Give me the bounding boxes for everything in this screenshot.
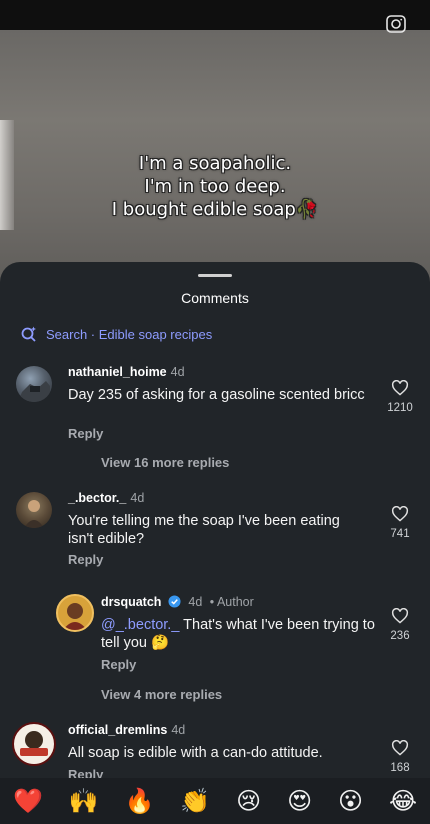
emoji-fire-button[interactable]: 🔥 <box>125 788 155 814</box>
search-suggestion-label: Search · Edible soap recipes <box>46 326 213 342</box>
like-button[interactable]: 1210 <box>380 380 420 414</box>
comment-time: 4d <box>188 595 203 609</box>
view-more-replies[interactable]: View 4 more replies <box>101 687 222 702</box>
comment-username[interactable]: _.bector._ 4d <box>68 491 144 505</box>
like-count: 741 <box>390 528 410 540</box>
search-sparkle-icon <box>21 326 36 342</box>
comment-text: All soap is edible with a can-do attitud… <box>68 745 323 761</box>
emoji-heart-eyes-button[interactable]: 😍 <box>287 788 312 814</box>
camera-icon[interactable] <box>384 12 408 36</box>
video-caption: I'm a soapaholic. I'm in too deep. I bou… <box>0 152 430 221</box>
emoji-clap-button[interactable]: 👏 <box>180 788 210 814</box>
emoji-laughing-button[interactable]: 😂 <box>389 788 417 814</box>
author-tag: • Author <box>209 595 254 609</box>
caption-line: I'm in too deep. <box>144 176 286 197</box>
like-count: 236 <box>390 630 410 642</box>
like-button[interactable]: 168 <box>380 740 420 774</box>
like-button[interactable]: 236 <box>380 608 420 642</box>
like-count: 168 <box>390 762 410 774</box>
video-background: I'm a soapaholic. I'm in too deep. I bou… <box>0 0 430 300</box>
emoji-heart-button[interactable]: ❤️ <box>13 788 43 814</box>
comment-text: Day 235 of asking for a gasoline scented… <box>68 387 365 403</box>
drag-handle[interactable] <box>198 274 232 277</box>
caption-line: I bought edible soap🥀 <box>111 199 319 220</box>
avatar[interactable] <box>56 594 94 632</box>
emoji-raised-hands-button[interactable]: 🙌 <box>69 788 99 814</box>
emoji-surprised-button[interactable]: 😮 <box>338 788 363 814</box>
heart-icon <box>391 380 409 396</box>
comment-time: 4d <box>130 491 145 505</box>
heart-icon <box>391 608 409 624</box>
comment-text: You're telling me the soap I've been eat… <box>68 513 340 547</box>
mention-link[interactable]: @_.bector._ <box>101 617 179 633</box>
view-more-replies[interactable]: View 16 more replies <box>101 455 229 470</box>
reply-button[interactable]: Reply <box>68 552 103 567</box>
heart-icon <box>391 506 409 522</box>
like-button[interactable]: 741 <box>380 506 420 540</box>
reply-button[interactable]: Reply <box>101 657 136 672</box>
emoji-crying-button[interactable]: 😢 <box>236 788 261 814</box>
comments-sheet: Comments Search · Edible soap recipes na… <box>0 262 430 824</box>
verified-badge-icon <box>168 595 181 608</box>
comment-time: 4d <box>170 365 185 379</box>
avatar[interactable] <box>16 492 52 528</box>
comment-username[interactable]: nathaniel_hoime 4d <box>68 365 185 379</box>
caption-line: I'm a soapaholic. <box>138 153 292 174</box>
comment-text: @_.bector._ That's what I've been trying… <box>101 616 376 652</box>
like-count: 1210 <box>387 402 413 414</box>
emoji-quick-bar: ❤️ 🙌 🔥 👏 😢 😍 😮 😂 <box>0 778 430 824</box>
search-suggestion[interactable]: Search · Edible soap recipes <box>20 325 212 343</box>
sheet-title: Comments <box>181 290 249 306</box>
heart-icon <box>391 740 409 756</box>
comment-time: 4d <box>171 723 186 737</box>
comment-username[interactable]: drsquatch 4d • Author <box>101 595 254 609</box>
avatar[interactable] <box>12 722 56 766</box>
comment-username[interactable]: official_dremlins 4d <box>68 723 185 737</box>
reply-button[interactable]: Reply <box>68 426 103 441</box>
avatar[interactable] <box>16 366 52 402</box>
